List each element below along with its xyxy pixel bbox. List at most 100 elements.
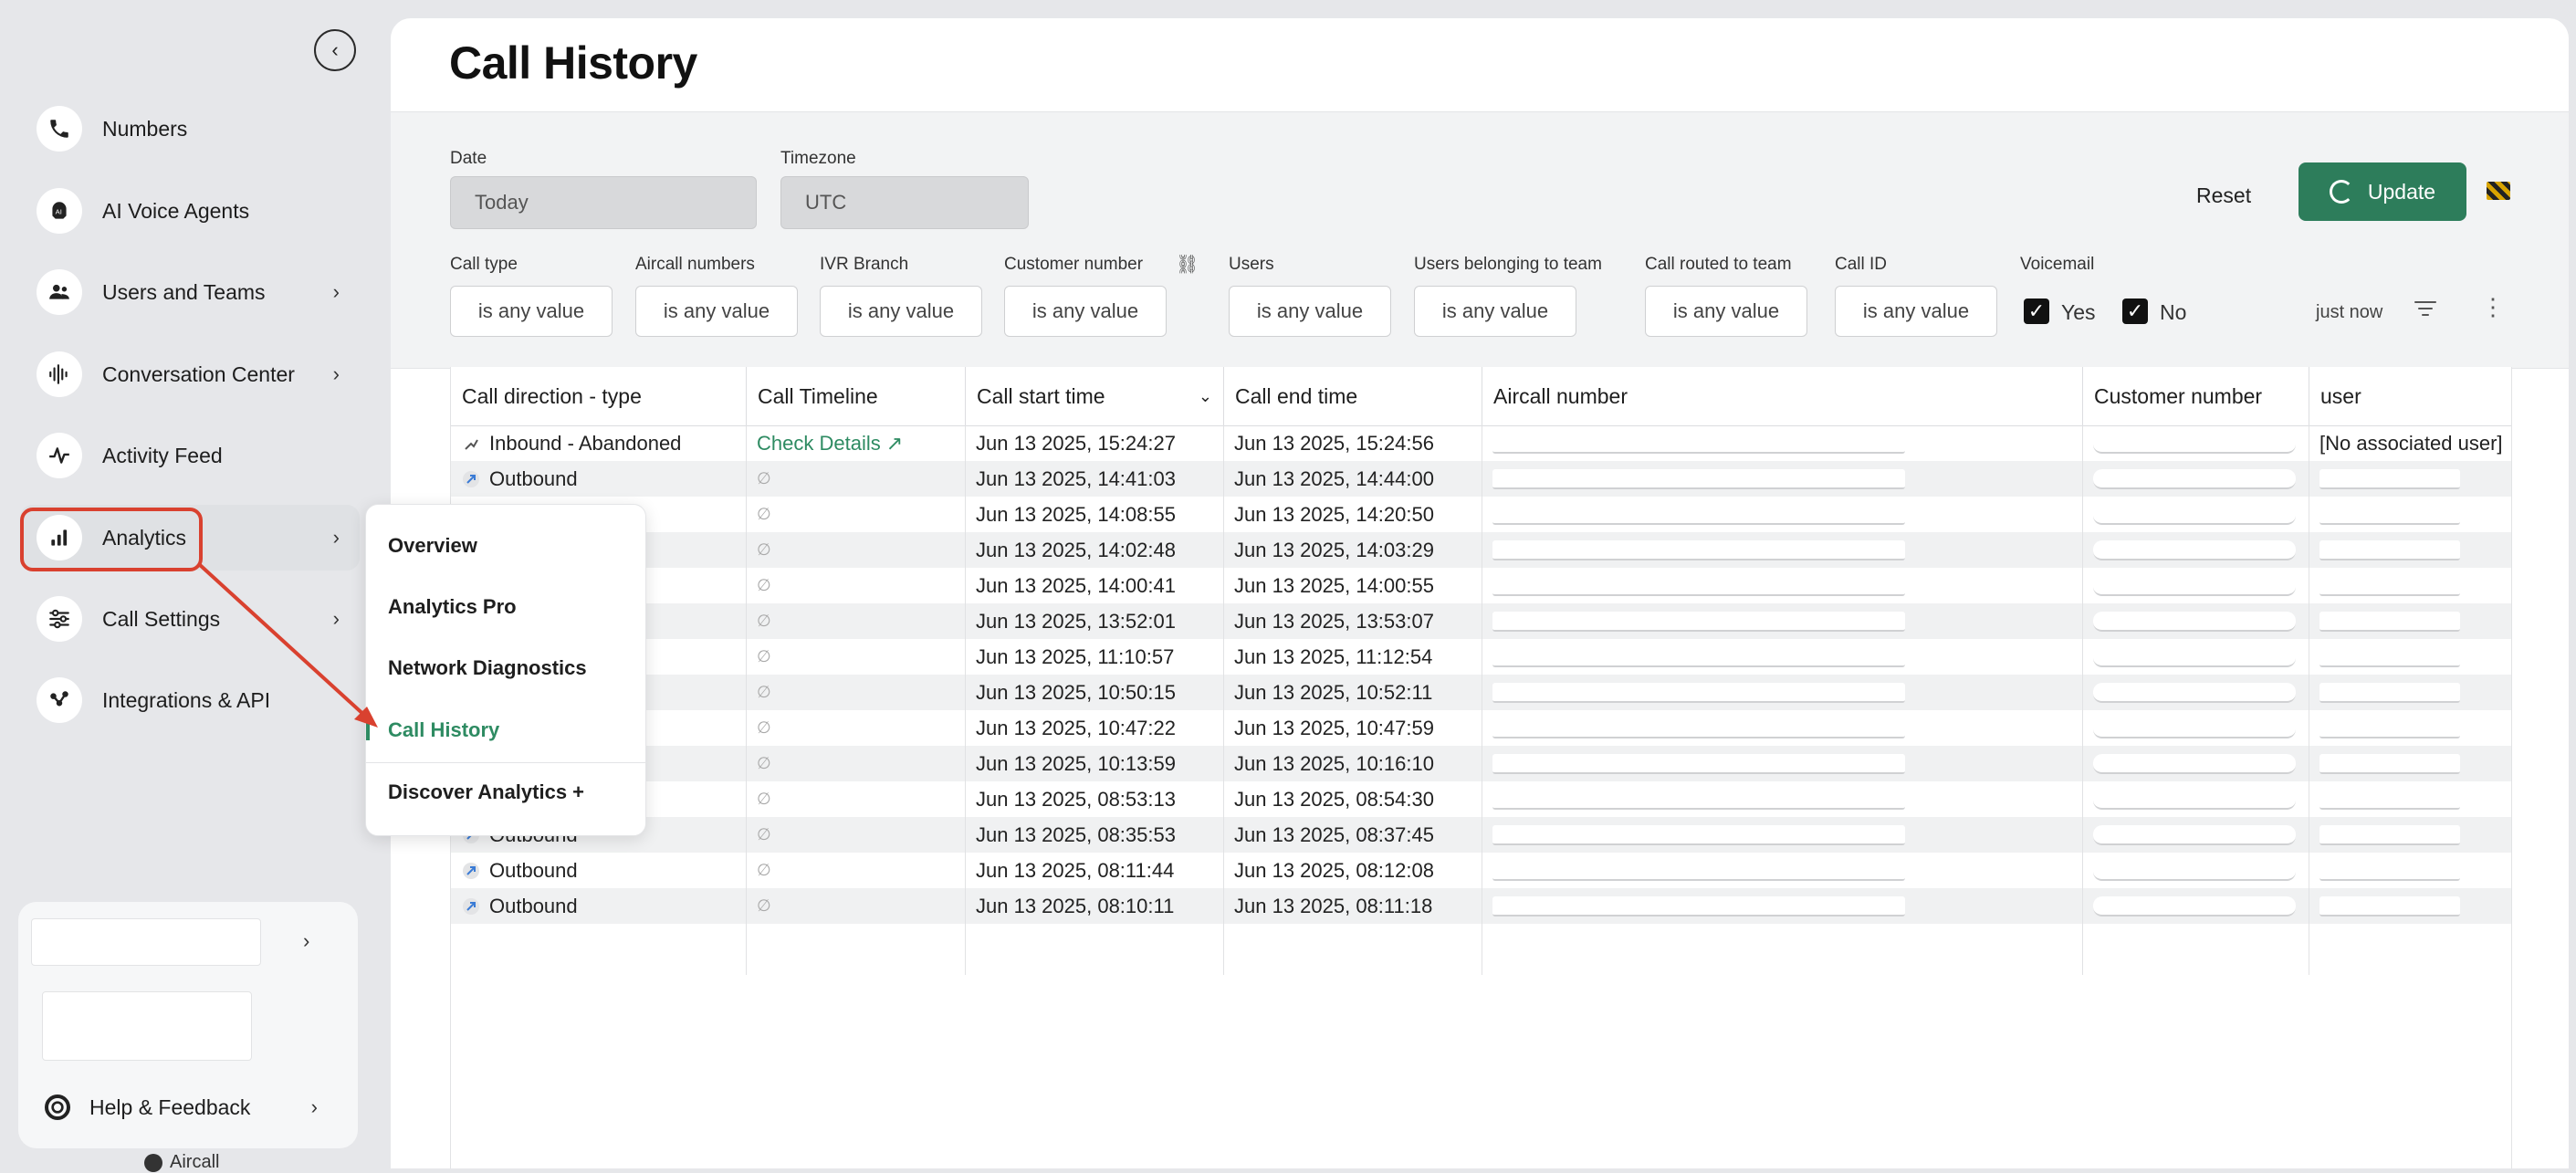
- end-time-cell: Jun 13 2025, 14:44:00: [1234, 466, 1434, 490]
- collapse-sidebar-button[interactable]: ‹: [314, 29, 356, 71]
- timeline-cell: ∅: [746, 710, 965, 746]
- column-header[interactable]: Aircall number: [1482, 367, 2082, 425]
- redacted-value: [2319, 682, 2460, 703]
- construction-icon[interactable]: [2487, 182, 2510, 200]
- check-details-link[interactable]: Check Details: [757, 432, 881, 456]
- start-time-cell: Jun 13 2025, 08:10:11: [976, 894, 1175, 917]
- aircall-number-cell: [1482, 568, 2082, 603]
- column-header[interactable]: user: [2309, 367, 2511, 425]
- aircall-number-cell: [1482, 853, 2082, 888]
- start-time-cell: Jun 13 2025, 13:52:01: [976, 609, 1176, 633]
- sidebar-item-integrations[interactable]: Integrations & API: [20, 667, 360, 733]
- voicemail-no-label: No: [2160, 300, 2187, 324]
- user-cell: [No associated user]: [2309, 425, 2511, 461]
- null-value: ∅: [757, 576, 771, 594]
- account-selector[interactable]: [31, 918, 261, 966]
- reset-button[interactable]: Reset: [2196, 183, 2251, 208]
- help-feedback-item[interactable]: Help & Feedback ›: [18, 1084, 358, 1130]
- routed-team-filter[interactable]: is any value: [1645, 286, 1807, 337]
- redacted-value: [1492, 717, 1905, 738]
- update-button[interactable]: Update: [2299, 162, 2466, 221]
- submenu-item-call-history[interactable]: Call History: [388, 718, 499, 742]
- refresh-icon: [2329, 180, 2353, 204]
- user-cell: [2309, 853, 2511, 888]
- null-value: ∅: [757, 825, 771, 843]
- users-team-filter[interactable]: is any value: [1414, 286, 1576, 337]
- filter-icon[interactable]: [2414, 298, 2439, 323]
- aircall-number-cell: [1482, 497, 2082, 532]
- active-indicator: [366, 717, 370, 740]
- phone-icon: [37, 106, 82, 152]
- direction-text: Outbound: [489, 894, 578, 917]
- account-card: › Help & Feedback ›: [18, 902, 358, 1148]
- chevron-left-icon: ‹: [331, 38, 339, 61]
- end-time-cell: Jun 13 2025, 14:03:29: [1234, 538, 1434, 561]
- redacted-value: [1492, 611, 1905, 632]
- sidebar-item-activity-feed[interactable]: Activity Feed: [20, 423, 360, 488]
- submenu-item-analytics-pro[interactable]: Analytics Pro: [388, 595, 517, 619]
- user-cell: [2309, 568, 2511, 603]
- sidebar-item-label: Activity Feed: [102, 443, 223, 467]
- last-refreshed: just now: [2316, 302, 2383, 322]
- outbound-call-icon: [462, 470, 480, 488]
- timeline-cell: ∅: [746, 853, 965, 888]
- timezone-filter[interactable]: UTC: [780, 176, 1029, 229]
- voicemail-yes-checkbox[interactable]: ✓: [2024, 298, 2049, 324]
- customer-number-cell: [2082, 781, 2309, 817]
- column-header[interactable]: Customer number: [2082, 367, 2309, 425]
- sidebar-item-label: Call Settings: [102, 606, 221, 631]
- voicemail-no-checkbox[interactable]: ✓: [2122, 298, 2148, 324]
- call-type-filter[interactable]: is any value: [450, 286, 613, 337]
- submenu-item-discover-analytics[interactable]: Discover Analytics +: [388, 780, 584, 804]
- column-header[interactable]: Call direction - type: [451, 367, 746, 425]
- chevron-right-icon: ›: [332, 362, 340, 385]
- svg-text:AI: AI: [56, 207, 62, 215]
- end-time-cell: Jun 13 2025, 08:37:45: [1234, 822, 1434, 846]
- customer-number-cell: [2082, 853, 2309, 888]
- sidebar-item-label: Integrations & API: [102, 687, 271, 712]
- sidebar-item-numbers[interactable]: Numbers: [20, 96, 360, 162]
- timeline-cell: ∅: [746, 888, 965, 924]
- direction-cell: Outbound: [451, 853, 746, 888]
- timeline-cell: ∅: [746, 639, 965, 675]
- submenu-item-network-diagnostics[interactable]: Network Diagnostics: [388, 656, 587, 680]
- sidebar-item-users-and-teams[interactable]: Users and Teams ›: [20, 259, 360, 325]
- start-time-cell: Jun 13 2025, 14:08:55: [976, 502, 1176, 526]
- redacted-value: [2093, 895, 2296, 916]
- user-cell: [2309, 746, 2511, 781]
- submenu-divider: [366, 762, 645, 763]
- redacted-value: [2093, 682, 2296, 703]
- null-value: ∅: [757, 505, 771, 523]
- chevron-right-icon[interactable]: ›: [303, 929, 309, 953]
- ivr-branch-filter[interactable]: is any value: [820, 286, 982, 337]
- sidebar-item-call-settings[interactable]: Call Settings ›: [20, 586, 360, 652]
- submenu-item-overview[interactable]: Overview: [388, 534, 477, 558]
- redacted-value: [2319, 504, 2460, 525]
- end-time-cell: Jun 13 2025, 08:54:30: [1234, 787, 1434, 811]
- null-value: ∅: [757, 540, 771, 559]
- timeline-cell: ∅: [746, 675, 965, 710]
- more-options-icon[interactable]: ⋮: [2481, 295, 2505, 319]
- timeline-cell: ∅: [746, 781, 965, 817]
- user-cell: [2309, 817, 2511, 853]
- sort-chevron-icon[interactable]: ⌄: [1199, 387, 1212, 406]
- redacted-value: [2093, 539, 2296, 560]
- column-header[interactable]: Call end time: [1223, 367, 1482, 425]
- column-header-sorted[interactable]: Call start time ⌄: [965, 367, 1223, 425]
- aircall-number-cell: [1482, 603, 2082, 639]
- sidebar-item-conversation-center[interactable]: Conversation Center ›: [20, 341, 360, 407]
- aircall-numbers-filter[interactable]: is any value: [635, 286, 798, 337]
- column-divider: [1223, 425, 1224, 975]
- redacted-value: [2093, 504, 2296, 525]
- external-link-icon[interactable]: ↗: [886, 432, 903, 456]
- link-icon[interactable]: ⛓: [1176, 253, 1199, 276]
- customer-number-cell: [2082, 532, 2309, 568]
- column-header[interactable]: Call Timeline: [746, 367, 965, 425]
- users-filter[interactable]: is any value: [1229, 286, 1391, 337]
- date-filter[interactable]: Today: [450, 176, 757, 229]
- analytics-submenu: Overview Analytics Pro Network Diagnosti…: [365, 504, 646, 836]
- customer-number-filter[interactable]: is any value: [1004, 286, 1167, 337]
- timeline-cell[interactable]: Check Details ↗: [746, 425, 965, 461]
- call-id-filter[interactable]: is any value: [1835, 286, 1997, 337]
- sidebar-item-ai-voice-agents[interactable]: AI AI Voice Agents: [20, 178, 360, 244]
